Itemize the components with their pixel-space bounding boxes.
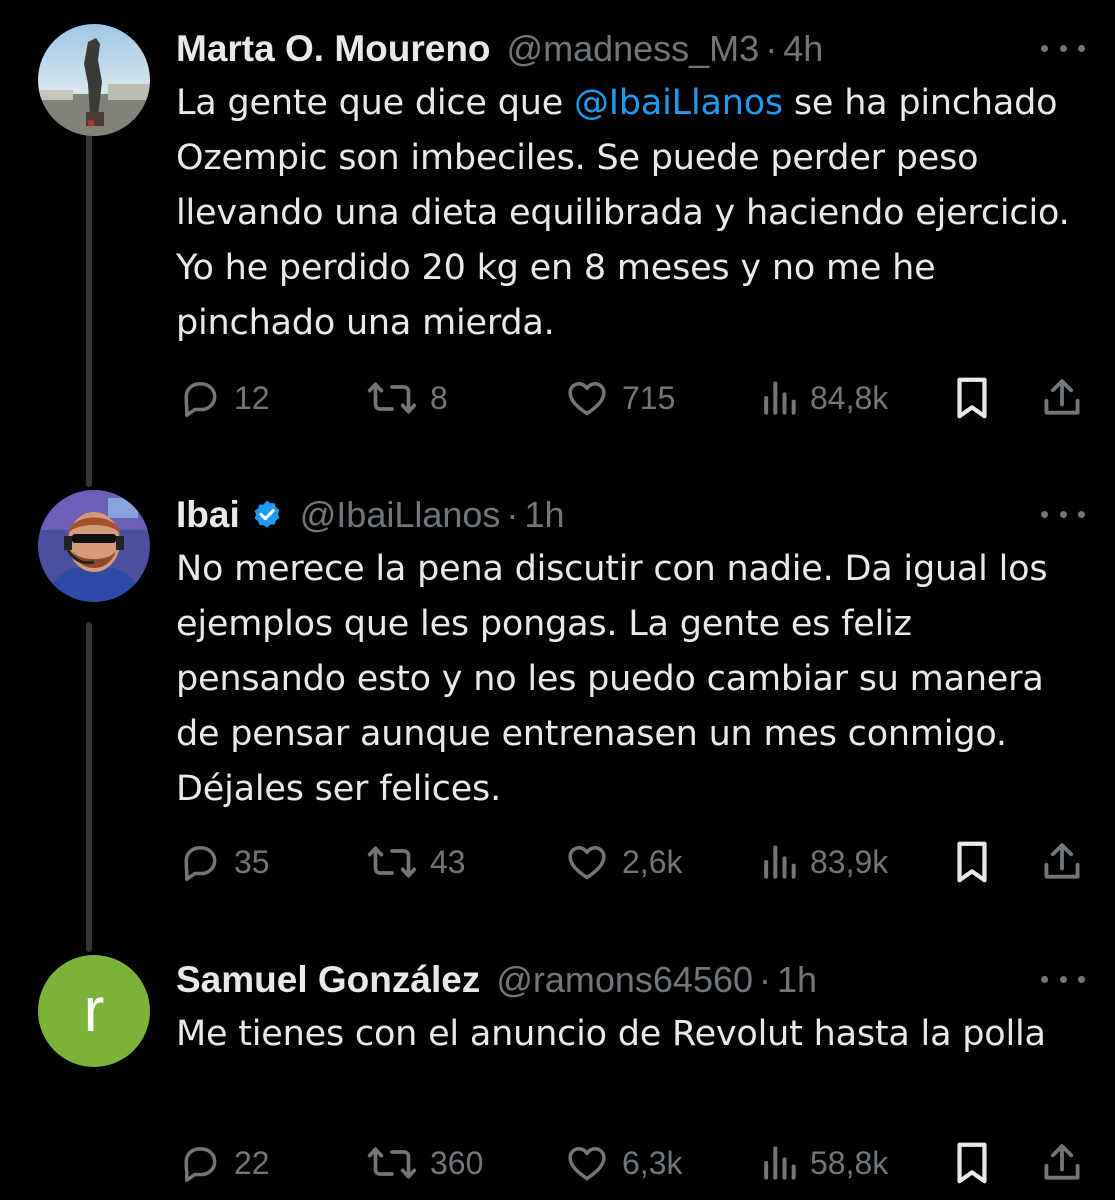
heart-icon [568, 1146, 606, 1181]
separator-dot: · [506, 494, 519, 535]
views-count: 83,9k [810, 843, 889, 880]
bookmark-icon [957, 841, 987, 883]
views-count: 58,8k [810, 1144, 889, 1181]
share-icon [1044, 379, 1080, 415]
retweet-count: 360 [430, 1144, 484, 1181]
author-handle[interactable]: @IbaiLlanos [300, 494, 501, 536]
views-icon [764, 1146, 796, 1180]
statue-photo-avatar [38, 24, 150, 136]
author-name[interactable]: Marta O. Moureno [176, 28, 491, 70]
like-count: 2,6k [622, 843, 683, 880]
timestamp[interactable]: 1h [524, 494, 564, 536]
reply-count: 35 [234, 843, 270, 880]
tweet[interactable]: Ibai @IbaiLlanos · 1h No merece la pena … [0, 490, 1115, 910]
retweet-count: 8 [430, 379, 448, 416]
share-button[interactable] [1040, 368, 1084, 428]
action-bar: 12 8 715 84,8k [0, 368, 1115, 428]
share-icon [1044, 843, 1080, 879]
reply-button[interactable]: 22 [178, 1133, 270, 1193]
author-name[interactable]: Ibai [176, 494, 240, 536]
bookmark-icon [957, 377, 987, 419]
bookmark-button[interactable] [952, 1133, 992, 1193]
tweet-text-part: Me tienes con el anuncio de Revolut hast… [176, 1014, 1046, 1054]
more-dot [1078, 44, 1085, 52]
avatar[interactable]: r [38, 955, 150, 1067]
more-dot [1059, 510, 1067, 518]
reply-button[interactable]: 12 [178, 368, 270, 428]
author-handle[interactable]: @madness_M3 [507, 28, 760, 70]
avatar[interactable] [38, 24, 150, 136]
more-icon[interactable] [1041, 36, 1085, 60]
tweet[interactable]: r Samuel González @ramons64560 · 1h Me t… [0, 955, 1115, 1200]
more-dot [1078, 510, 1085, 518]
retweet-icon [367, 1147, 417, 1179]
like-button[interactable]: 2,6k [564, 832, 682, 892]
retweet-button[interactable]: 8 [366, 368, 448, 428]
author-name[interactable]: Samuel González [176, 959, 480, 1001]
verified-badge-icon [254, 500, 280, 528]
views-button[interactable]: 83,9k [760, 832, 888, 892]
retweet-button[interactable]: 43 [366, 832, 466, 892]
heart-icon [568, 381, 606, 416]
more-icon[interactable] [1041, 502, 1085, 526]
more-dot [1041, 975, 1048, 983]
reply-icon [184, 382, 217, 417]
more-dot [1059, 44, 1067, 52]
reply-icon [184, 846, 217, 881]
more-dot [1059, 975, 1067, 983]
tweet-header: Ibai @IbaiLlanos · 1h [176, 490, 1015, 540]
retweet-count: 43 [430, 843, 466, 880]
reply-icon [184, 1147, 217, 1182]
views-button[interactable]: 58,8k [760, 1133, 888, 1193]
tweet-text: No merece la pena discutir con nadie. Da… [176, 542, 1076, 817]
tweet[interactable]: Marta O. Moureno @madness_M3 · 4h La gen… [0, 24, 1115, 444]
avatar[interactable] [38, 490, 150, 602]
more-dot [1041, 44, 1048, 52]
tweet-text: La gente que dice que @IbaiLlanos se ha … [176, 76, 1076, 351]
like-count: 6,3k [622, 1144, 683, 1181]
share-button[interactable] [1040, 832, 1084, 892]
streamer-photo-avatar [38, 490, 150, 602]
like-button[interactable]: 715 [564, 368, 675, 428]
separator-dot: · [759, 959, 772, 1000]
share-button[interactable] [1040, 1133, 1084, 1193]
timestamp[interactable]: 4h [783, 28, 823, 70]
tweet-text-part: La gente que dice que [176, 83, 574, 123]
views-count: 84,8k [810, 379, 889, 416]
mention-link[interactable]: @IbaiLlanos [574, 83, 783, 123]
timestamp[interactable]: 1h [777, 959, 817, 1001]
tweet-text-part: No merece la pena discutir con nadie. Da… [176, 549, 1048, 809]
reply-count: 22 [234, 1144, 270, 1181]
tweet-header: Samuel González @ramons64560 · 1h [176, 955, 1015, 1005]
reply-button[interactable]: 35 [178, 832, 270, 892]
more-dot [1041, 510, 1048, 518]
bookmark-button[interactable] [952, 832, 992, 892]
heart-icon [568, 845, 606, 880]
action-bar: 35 43 2,6k 83,9k [0, 832, 1115, 892]
reply-count: 12 [234, 379, 270, 416]
separator-dot: · [765, 28, 778, 69]
views-icon [764, 845, 796, 879]
retweet-icon [367, 846, 417, 878]
like-count: 715 [622, 379, 676, 416]
more-icon[interactable] [1041, 967, 1085, 991]
tweet-header: Marta O. Moureno @madness_M3 · 4h [176, 24, 1015, 74]
more-dot [1078, 975, 1085, 983]
tweet-text: Me tienes con el anuncio de Revolut hast… [176, 1007, 1076, 1062]
views-button[interactable]: 84,8k [760, 368, 888, 428]
retweet-button[interactable]: 360 [366, 1133, 483, 1193]
action-bar: 22 360 6,3k 58,8k [0, 1133, 1115, 1193]
views-icon [764, 381, 796, 415]
share-icon [1044, 1144, 1080, 1180]
bookmark-icon [957, 1142, 987, 1184]
bookmark-button[interactable] [952, 368, 992, 428]
retweet-icon [367, 382, 417, 414]
like-button[interactable]: 6,3k [564, 1133, 682, 1193]
avatar-letter: r [83, 976, 105, 1045]
author-handle[interactable]: @ramons64560 [496, 959, 753, 1001]
